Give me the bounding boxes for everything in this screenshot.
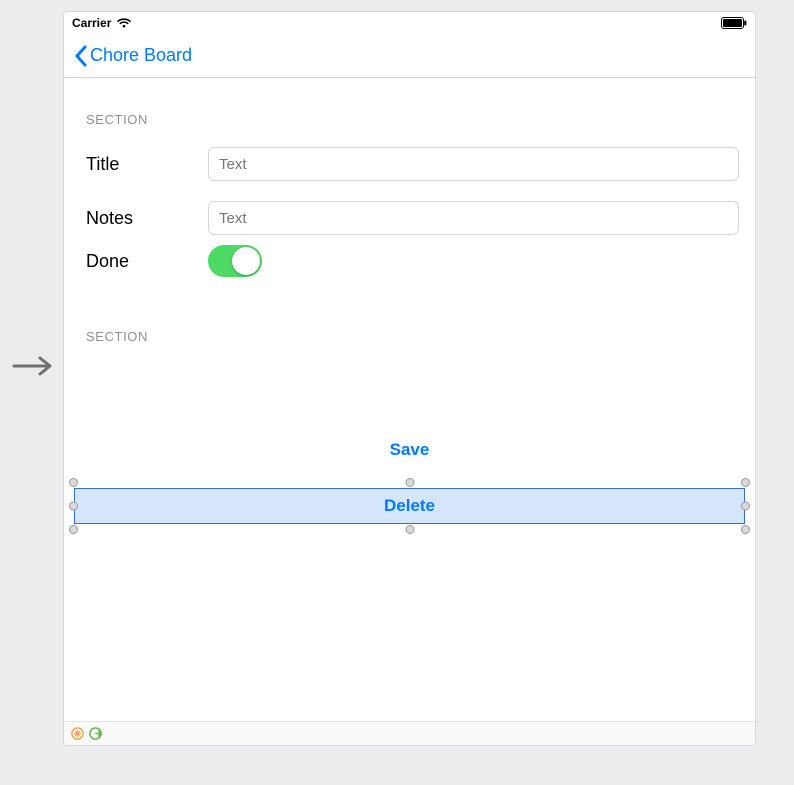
scene-footer <box>64 721 755 745</box>
notes-label: Notes <box>80 208 190 229</box>
carrier-label: Carrier <box>72 16 111 30</box>
selection-handle-icon[interactable] <box>741 525 750 534</box>
title-label: Title <box>80 154 190 175</box>
done-label: Done <box>80 251 190 272</box>
selection-handle-icon[interactable] <box>69 502 78 511</box>
done-switch[interactable] <box>208 245 262 277</box>
selection-handle-icon[interactable] <box>69 525 78 534</box>
segue-arrow-icon <box>12 354 56 378</box>
wifi-icon <box>117 18 131 28</box>
title-input[interactable] <box>208 147 739 181</box>
device-frame: Carrier Chore B <box>63 11 756 746</box>
section-header-2: SECTION <box>86 329 739 344</box>
first-responder-icon[interactable] <box>70 727 84 741</box>
title-row: Title <box>80 147 739 181</box>
notes-input[interactable] <box>208 201 739 235</box>
delete-button-selection: Delete <box>74 488 745 524</box>
form-content: SECTION Title Notes Done SECTION Save De… <box>64 78 755 721</box>
done-row: Done <box>80 245 739 277</box>
back-button[interactable]: Chore Board <box>68 41 198 71</box>
notes-row: Notes <box>80 201 739 235</box>
back-button-label: Chore Board <box>90 45 192 66</box>
selection-handle-icon[interactable] <box>741 478 750 487</box>
exit-icon[interactable] <box>88 727 102 741</box>
save-button[interactable]: Save <box>80 434 739 466</box>
battery-icon <box>721 17 747 29</box>
section-header-1: SECTION <box>86 112 739 127</box>
selection-handle-icon[interactable] <box>741 502 750 511</box>
selection-handle-icon[interactable] <box>405 478 414 487</box>
selection-handle-icon[interactable] <box>405 525 414 534</box>
switch-knob <box>232 247 260 275</box>
navigation-bar: Chore Board <box>64 34 755 78</box>
chevron-left-icon <box>74 45 88 67</box>
status-bar: Carrier <box>64 12 755 34</box>
selection-handle-icon[interactable] <box>69 478 78 487</box>
delete-button[interactable]: Delete <box>74 488 745 524</box>
